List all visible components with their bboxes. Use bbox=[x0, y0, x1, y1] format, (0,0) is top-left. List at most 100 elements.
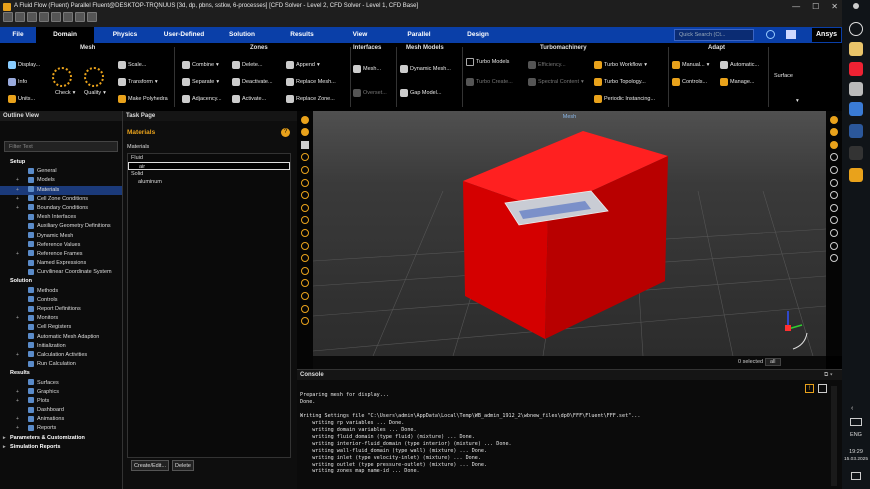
clock-time[interactable]: 19:29 bbox=[842, 449, 870, 455]
console-panel[interactable]: Console ⧉ ▾ ! Preparing mesh for display… bbox=[297, 369, 842, 489]
tab-user-defined[interactable]: User-Defined bbox=[156, 27, 212, 43]
expand-icon[interactable]: + bbox=[16, 424, 19, 433]
mesh-viewport[interactable] bbox=[313, 111, 826, 356]
outline-item[interactable]: + Plots bbox=[0, 397, 122, 406]
outline-item[interactable]: + Animations bbox=[0, 415, 122, 424]
outline-item[interactable]: Auxiliary Geometry Definitions bbox=[0, 222, 122, 231]
turbo-topology-button[interactable]: Turbo Topology... bbox=[594, 78, 646, 86]
maximize-icon[interactable]: ☐ bbox=[812, 2, 819, 11]
settings-icon[interactable] bbox=[87, 12, 97, 22]
turbo-models-checkbox[interactable]: Turbo Models bbox=[466, 58, 509, 66]
create-edit-button[interactable]: Create/Edit... bbox=[131, 460, 169, 471]
language-indicator[interactable]: ENG bbox=[842, 432, 870, 438]
snapshot-icon[interactable] bbox=[830, 178, 838, 187]
selection-filter-dropdown[interactable]: all bbox=[765, 358, 781, 366]
windows-start-icon[interactable] bbox=[853, 3, 859, 9]
ansys-fluent-icon[interactable] bbox=[849, 168, 863, 182]
outline-item[interactable]: Initialization bbox=[0, 342, 122, 351]
notification-icon[interactable] bbox=[851, 472, 861, 480]
overset-button[interactable]: Overset... bbox=[353, 89, 387, 97]
layout-icon[interactable] bbox=[27, 12, 37, 22]
expand-icon[interactable]: + bbox=[16, 415, 19, 424]
expand-icon[interactable]: ▸ bbox=[3, 443, 6, 452]
material-item[interactable]: Fluid bbox=[128, 154, 290, 162]
adapt-manage-button[interactable]: Manage... bbox=[720, 78, 754, 86]
layout-toggle-icon[interactable] bbox=[786, 30, 796, 39]
outline-item[interactable]: Curvilinear Coordinate System bbox=[0, 268, 122, 277]
outline-item[interactable]: Named Expressions bbox=[0, 259, 122, 268]
gap-model-button[interactable]: Gap Model... bbox=[400, 89, 442, 97]
grid-icon[interactable] bbox=[39, 12, 49, 22]
outline-item[interactable]: General bbox=[0, 167, 122, 176]
eye-icon[interactable] bbox=[830, 153, 838, 162]
expand-icon[interactable]: + bbox=[16, 397, 19, 406]
outline-item[interactable]: Mesh Interfaces bbox=[0, 213, 122, 222]
efficiency-button[interactable]: Efficiency... bbox=[528, 61, 566, 69]
mesh-display-button[interactable]: Display... bbox=[8, 61, 40, 69]
separate-button[interactable]: Separate ▾ bbox=[182, 78, 219, 86]
filter-text-input[interactable]: Filter Text bbox=[4, 141, 118, 152]
scale-button[interactable]: Scale... bbox=[118, 61, 146, 69]
turbo-workflow-button[interactable]: Turbo Workflow ▾ bbox=[594, 61, 647, 69]
console-options-icon[interactable]: ⧉ ▾ bbox=[824, 372, 832, 379]
make-polyhedra-button[interactable]: Make Polyhedra bbox=[118, 95, 168, 103]
outline-item[interactable]: ▸ Parameters & Customization bbox=[0, 434, 122, 443]
clip-icon[interactable] bbox=[830, 216, 838, 225]
outline-item[interactable]: + Materials bbox=[0, 185, 122, 195]
tree-icon[interactable] bbox=[301, 317, 309, 326]
clear-console-icon[interactable] bbox=[818, 384, 827, 393]
adapt-manual-button[interactable]: Manual... ▾ bbox=[672, 61, 709, 69]
periodic-instancing-button[interactable]: Periodic Instancing... bbox=[594, 95, 655, 103]
tab-view[interactable]: View bbox=[332, 27, 388, 43]
ruler-icon[interactable] bbox=[301, 228, 309, 237]
expand-icon[interactable]: + bbox=[16, 204, 19, 213]
graphics-window[interactable]: Mesh bbox=[313, 111, 826, 356]
combine-button[interactable]: Combine ▾ bbox=[182, 61, 219, 69]
camera-icon[interactable] bbox=[830, 165, 838, 174]
display-options-icon[interactable] bbox=[301, 128, 309, 137]
material-item[interactable]: Solid bbox=[128, 170, 290, 178]
outline-item[interactable]: + Graphics bbox=[0, 388, 122, 397]
orbit-icon[interactable] bbox=[301, 178, 309, 187]
interface-mesh-button[interactable]: Mesh... bbox=[353, 65, 381, 73]
minimize-icon[interactable]: — bbox=[792, 2, 800, 11]
deactivate-button[interactable]: Deactivate... bbox=[232, 78, 273, 86]
surface-dropdown-icon[interactable]: ▾ bbox=[796, 98, 799, 104]
tab-results[interactable]: Results bbox=[272, 27, 332, 43]
tab-physics[interactable]: Physics bbox=[94, 27, 156, 43]
clock-date[interactable]: 15.03.2025 bbox=[842, 457, 870, 462]
outline-item[interactable]: Dynamic Mesh bbox=[0, 232, 122, 241]
outline-item[interactable]: + Models bbox=[0, 176, 122, 185]
search-icon[interactable] bbox=[301, 266, 309, 275]
app-icon[interactable] bbox=[849, 146, 863, 160]
expand-icon[interactable]: + bbox=[16, 195, 19, 204]
expand-icon[interactable]: + bbox=[16, 186, 19, 195]
outline-item[interactable]: Controls bbox=[0, 296, 122, 305]
help-icon[interactable]: ? bbox=[281, 128, 290, 137]
expand-icon[interactable]: + bbox=[16, 388, 19, 397]
transform-button[interactable]: Transform ▾ bbox=[118, 78, 158, 86]
workbench-icon[interactable] bbox=[75, 12, 85, 22]
tab-design[interactable]: Design bbox=[450, 27, 506, 43]
expand-icon[interactable]: + bbox=[16, 351, 19, 360]
app-icon[interactable] bbox=[849, 82, 863, 96]
view-icon[interactable] bbox=[301, 291, 309, 300]
edge-icon[interactable] bbox=[849, 102, 863, 116]
fit-icon[interactable] bbox=[301, 241, 309, 250]
quick-search-input[interactable]: Quick Search (Ct... bbox=[674, 29, 754, 41]
tab-solution[interactable]: Solution bbox=[212, 27, 272, 43]
expand-icon[interactable]: + bbox=[16, 314, 19, 323]
console-scrollbar[interactable] bbox=[831, 386, 837, 486]
ruler-icon[interactable] bbox=[830, 203, 838, 212]
outline-item[interactable]: + Boundary Conditions bbox=[0, 204, 122, 213]
gear-icon[interactable] bbox=[301, 115, 309, 124]
search-icon[interactable] bbox=[849, 22, 863, 36]
outline-item[interactable]: Results bbox=[0, 369, 122, 378]
outline-item[interactable]: Methods bbox=[0, 287, 122, 296]
outline-item[interactable]: + Cell Zone Conditions bbox=[0, 195, 122, 204]
legend-icon[interactable] bbox=[830, 191, 838, 200]
activate-button[interactable]: Activate... bbox=[232, 95, 266, 103]
scene-icon[interactable] bbox=[830, 228, 838, 237]
replace-zone-button[interactable]: Replace Zone... bbox=[286, 95, 335, 103]
dynamic-mesh-button[interactable]: Dynamic Mesh... bbox=[400, 65, 451, 73]
